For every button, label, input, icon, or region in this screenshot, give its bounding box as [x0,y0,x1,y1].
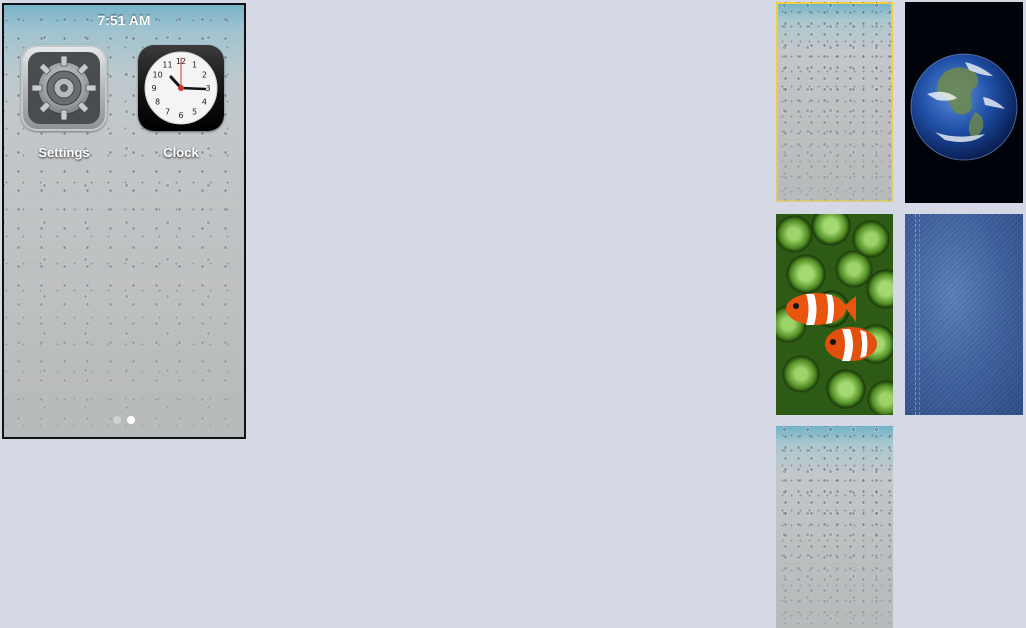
clock-numeral: 4 [202,98,207,107]
clock-app[interactable]: 12 1 2 3 4 5 6 7 8 9 10 11 Clock [136,45,226,160]
clock-app-label: Clock [163,145,199,160]
clock-numeral: 7 [165,107,170,116]
wallpaper-thumb-water-drops[interactable] [776,2,893,202]
wallpaper-thumb-clownfish[interactable] [776,214,893,415]
wallpaper-thumb-water-drops-2[interactable] [776,426,893,628]
clock-numeral: 1 [192,61,197,70]
settings-app-label: Settings [38,145,90,160]
clock-numeral: 8 [155,98,160,107]
clock-numeral: 3 [205,84,210,93]
clock-icon[interactable]: 12 1 2 3 4 5 6 7 8 9 10 11 [138,45,224,131]
wallpaper-thumb-earth[interactable] [905,2,1023,203]
phone-preview: 7:51 AM Settings 12 1 2 3 4 5 6 7 8 9 10… [2,3,246,439]
raindrops-texture [776,2,893,202]
clock-numeral: 10 [153,71,163,80]
settings-gear-icon[interactable] [21,45,107,131]
clock-numeral: 2 [202,71,207,80]
page-dot-1[interactable] [113,416,121,424]
clock-numeral: 5 [192,107,197,116]
page-indicator[interactable] [4,416,244,424]
clock-numeral: 6 [178,111,183,120]
clownfish-icon [786,293,877,361]
status-bar-time: 7:51 AM [97,12,151,28]
clock-numeral: 11 [162,61,172,70]
settings-app[interactable]: Settings [19,45,109,160]
raindrops-texture [776,426,893,628]
earth-globe-icon [910,53,1018,161]
denim-stitch-seam [915,214,920,415]
wallpaper-thumb-denim[interactable] [905,214,1023,415]
page-dot-2[interactable] [127,416,135,424]
clock-numeral: 9 [151,84,156,93]
